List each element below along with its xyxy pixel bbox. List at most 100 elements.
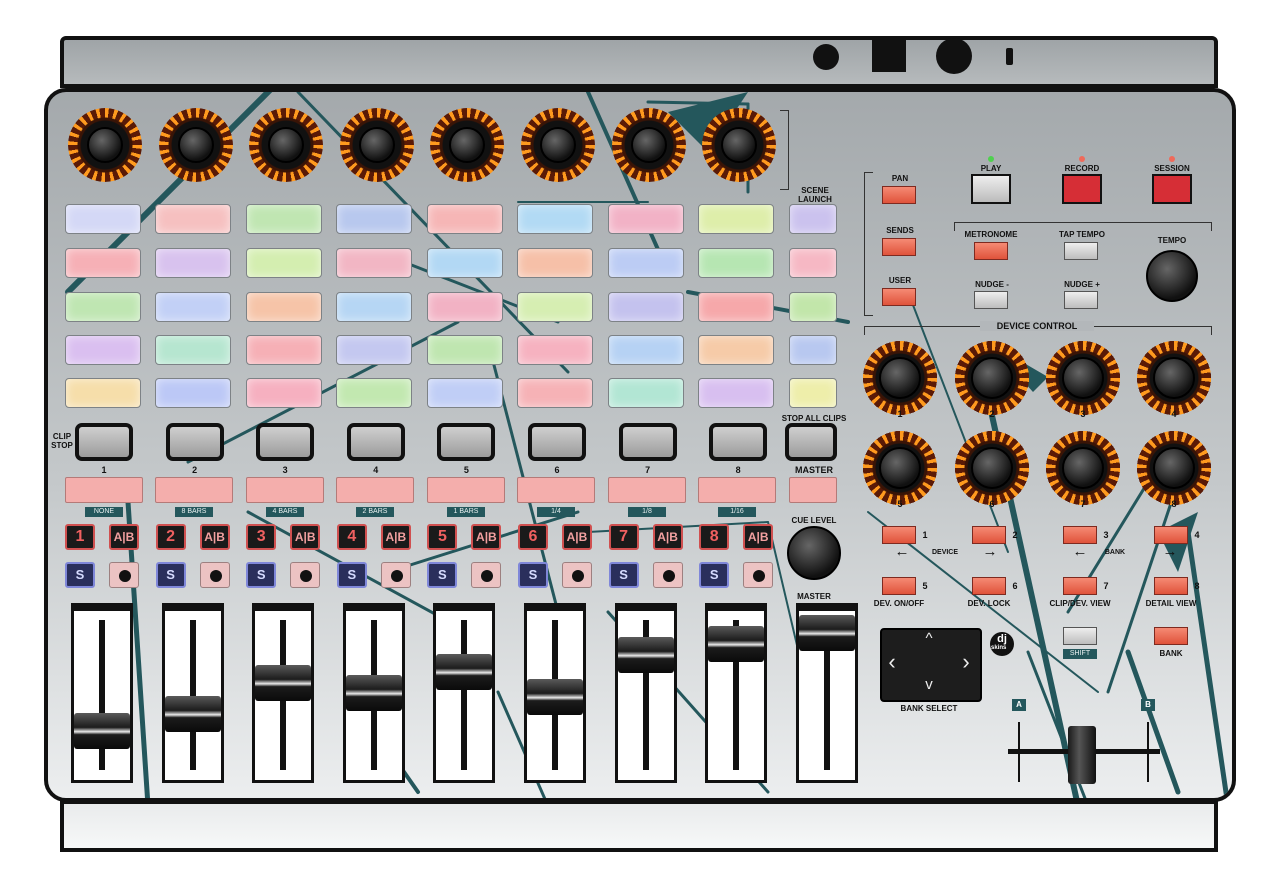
clip-pad[interactable]	[336, 204, 412, 234]
track-activator-button[interactable]: 6	[518, 524, 548, 550]
clip-pad[interactable]	[427, 204, 503, 234]
record-arm-button[interactable]	[743, 562, 774, 588]
clip-pad[interactable]	[427, 248, 503, 278]
nudge-plus-button[interactable]	[1064, 291, 1098, 309]
track-knob[interactable]	[702, 108, 777, 182]
track-select-pad[interactable]	[427, 477, 505, 503]
clip-pad[interactable]	[155, 204, 231, 234]
solo-button[interactable]: S	[699, 562, 730, 588]
solo-button[interactable]: S	[155, 562, 186, 588]
clip-pad[interactable]	[65, 378, 141, 408]
track-select-pad[interactable]	[155, 477, 233, 503]
record-arm-button[interactable]	[562, 562, 592, 588]
clip-pad[interactable]	[698, 335, 774, 365]
mode-button[interactable]	[882, 288, 916, 306]
clip-pad[interactable]	[698, 248, 774, 278]
clip-stop-button[interactable]	[437, 423, 496, 461]
device-function-button[interactable]	[1063, 577, 1097, 595]
solo-button[interactable]: S	[518, 562, 548, 588]
clip-pad[interactable]	[246, 248, 322, 278]
clip-pad[interactable]	[336, 378, 412, 408]
scene-launch-pad[interactable]	[789, 335, 837, 365]
ab-assign-button[interactable]: A|B	[652, 524, 683, 550]
clip-pad[interactable]	[517, 335, 593, 365]
device-function-button[interactable]	[972, 577, 1006, 595]
clip-pad[interactable]	[65, 335, 141, 365]
solo-button[interactable]: S	[608, 562, 639, 588]
solo-button[interactable]: S	[65, 562, 95, 588]
track-activator-button[interactable]: 2	[155, 524, 186, 550]
track-select-pad[interactable]	[517, 477, 595, 503]
clip-pad[interactable]	[698, 378, 774, 408]
clip-stop-button[interactable]	[346, 423, 405, 461]
ab-assign-button[interactable]: A|B	[743, 524, 774, 550]
clip-pad[interactable]	[427, 335, 503, 365]
record-arm-button[interactable]	[380, 562, 411, 588]
ab-assign-button[interactable]: A|B	[471, 524, 502, 550]
channel-fader-cap[interactable]	[345, 675, 402, 711]
track-activator-button[interactable]: 8	[699, 524, 730, 550]
clip-pad[interactable]	[698, 204, 774, 234]
clip-pad[interactable]	[246, 335, 322, 365]
ab-assign-button[interactable]: A|B	[562, 524, 592, 550]
ab-assign-button[interactable]: A|B	[380, 524, 411, 550]
clip-pad[interactable]	[336, 292, 412, 322]
tap-tempo-button[interactable]	[1064, 242, 1098, 260]
track-select-pad[interactable]	[246, 477, 324, 503]
cue-level-knob[interactable]	[787, 526, 841, 580]
crossfader-cap[interactable]	[1068, 726, 1096, 784]
scene-launch-pad[interactable]	[789, 248, 837, 278]
master-select-pad[interactable]	[789, 477, 837, 503]
play-button[interactable]	[971, 174, 1011, 204]
record-arm-button[interactable]	[471, 562, 502, 588]
clip-stop-button[interactable]	[75, 423, 133, 461]
clip-stop-button[interactable]	[618, 423, 677, 461]
clip-stop-button[interactable]	[709, 423, 768, 461]
device-bank-button[interactable]	[1063, 526, 1097, 544]
clip-pad[interactable]	[608, 204, 684, 234]
bank-up-button[interactable]: ^	[912, 630, 946, 648]
nudge-minus-button[interactable]	[974, 291, 1008, 309]
bank-left-button[interactable]: ‹	[882, 651, 902, 673]
bank-button[interactable]	[1154, 627, 1188, 645]
clip-pad[interactable]	[65, 204, 141, 234]
device-bank-button[interactable]	[882, 526, 916, 544]
channel-fader-cap[interactable]	[164, 696, 221, 732]
track-knob[interactable]	[249, 108, 324, 182]
track-knob[interactable]	[430, 108, 505, 182]
solo-button[interactable]: S	[246, 562, 277, 588]
ab-assign-button[interactable]: A|B	[199, 524, 230, 550]
session-button[interactable]	[1152, 174, 1192, 204]
track-select-pad[interactable]	[698, 477, 776, 503]
clip-pad[interactable]	[608, 248, 684, 278]
track-knob[interactable]	[158, 108, 233, 182]
stop-all-clips-button[interactable]	[785, 423, 837, 461]
channel-fader-cap[interactable]	[255, 665, 312, 702]
clip-pad[interactable]	[155, 292, 231, 322]
record-arm-button[interactable]	[199, 562, 230, 588]
clip-pad[interactable]	[608, 335, 684, 365]
track-knob[interactable]	[339, 108, 414, 182]
device-bank-button[interactable]	[1154, 526, 1188, 544]
clip-pad[interactable]	[336, 248, 412, 278]
channel-fader-cap[interactable]	[708, 626, 765, 662]
metronome-button[interactable]	[974, 242, 1008, 260]
clip-pad[interactable]	[246, 292, 322, 322]
clip-pad[interactable]	[246, 204, 322, 234]
clip-pad[interactable]	[427, 292, 503, 322]
bank-right-button[interactable]: ›	[956, 651, 976, 673]
track-select-pad[interactable]	[608, 477, 686, 503]
tempo-knob[interactable]	[1146, 250, 1198, 302]
track-activator-button[interactable]: 5	[427, 524, 458, 550]
record-arm-button[interactable]	[652, 562, 683, 588]
clip-pad[interactable]	[608, 292, 684, 322]
track-knob[interactable]	[521, 108, 595, 182]
clip-pad[interactable]	[427, 378, 503, 408]
clip-pad[interactable]	[517, 204, 593, 234]
solo-button[interactable]: S	[336, 562, 367, 588]
ab-assign-button[interactable]: A|B	[290, 524, 321, 550]
device-function-button[interactable]	[882, 577, 916, 595]
clip-stop-button[interactable]	[528, 423, 586, 461]
clip-pad[interactable]	[698, 292, 774, 322]
track-activator-button[interactable]: 1	[65, 524, 95, 550]
